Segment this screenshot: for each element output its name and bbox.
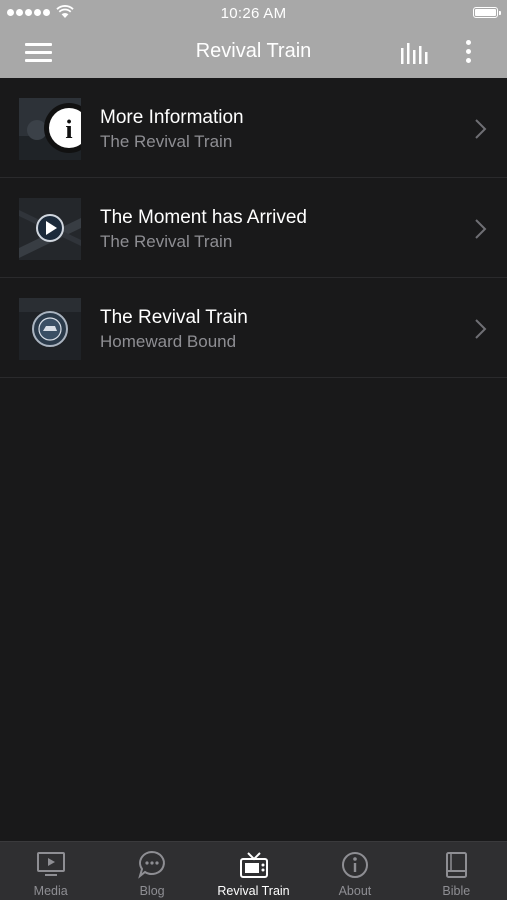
tv-icon: [239, 852, 268, 878]
tab-about[interactable]: About: [304, 842, 405, 900]
tab-bible[interactable]: Bible: [406, 842, 507, 900]
chevron-right-icon: [475, 319, 487, 339]
chevron-right-icon: [475, 219, 487, 239]
item-subtitle: The Revival Train: [100, 132, 233, 151]
list-item-the-revival-train[interactable]: The Revival Train Homeward Bound: [0, 278, 507, 378]
item-title: More Information: [100, 107, 244, 128]
item-thumbnail: i: [19, 98, 81, 160]
play-icon: [19, 198, 81, 260]
video-icon: [36, 852, 65, 876]
tab-blog[interactable]: Blog: [101, 842, 202, 900]
info-icon: i: [19, 98, 81, 160]
item-title: The Moment has Arrived: [100, 207, 307, 228]
tab-label: Blog: [139, 884, 165, 898]
list-item-moment-has-arrived[interactable]: The Moment has Arrived The Revival Train: [0, 178, 507, 278]
emblem-icon: [19, 298, 81, 360]
audio-bars-icon[interactable]: [397, 38, 433, 68]
more-options-icon[interactable]: [455, 36, 481, 68]
info-circle-icon: [341, 852, 368, 878]
tab-bar: Media Blog Revival Train About Bible: [0, 841, 507, 900]
status-bar: 10:26 AM: [0, 0, 507, 26]
chevron-right-icon: [475, 119, 487, 139]
chat-bubble-icon: [138, 850, 165, 879]
tab-label: About: [338, 884, 372, 898]
item-subtitle: The Revival Train: [100, 232, 233, 251]
tab-revival-train[interactable]: Revival Train: [203, 842, 304, 900]
list-item-more-information[interactable]: i More Information The Revival Train: [0, 78, 507, 178]
tab-label: Revival Train: [217, 884, 290, 898]
battery-icon: [473, 7, 501, 18]
svg-text:i: i: [65, 115, 72, 144]
tab-label: Bible: [442, 884, 471, 898]
item-subtitle: Homeward Bound: [100, 332, 237, 351]
item-thumbnail: [19, 198, 81, 260]
tab-media[interactable]: Media: [0, 842, 101, 900]
item-thumbnail: [19, 298, 81, 360]
tab-label: Media: [33, 884, 68, 898]
book-icon: [446, 852, 468, 878]
status-time: 10:26 AM: [220, 5, 287, 22]
item-title: The Revival Train: [100, 307, 248, 328]
content-list: i More Information The Revival Train The…: [0, 78, 507, 378]
nav-bar: Revival Train: [0, 26, 507, 78]
